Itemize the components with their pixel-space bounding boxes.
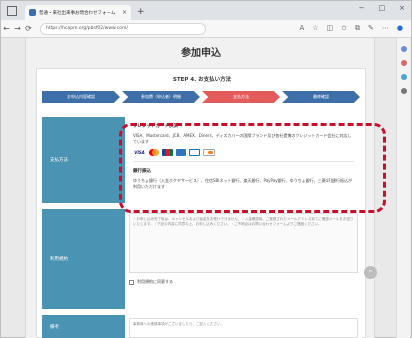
step-fee-details: 参加費（申込者）明細 bbox=[122, 91, 200, 103]
payment-highlight-annotation bbox=[119, 123, 386, 213]
scroll-to-top-button[interactable]: ⌃ bbox=[364, 266, 377, 279]
browser-sidebar bbox=[396, 38, 410, 338]
remarks-section: 事務局への連絡事項がございましたら、ご記入ください。 bbox=[125, 315, 362, 338]
search-icon[interactable] bbox=[400, 46, 407, 52]
minimize-button[interactable]: − bbox=[359, 4, 365, 12]
extensions-icon[interactable]: ✎ bbox=[368, 24, 374, 33]
new-tab-button[interactable]: + bbox=[137, 7, 145, 17]
address-bar[interactable]: https://hcapm.org/pbsf02/www.com/ bbox=[40, 22, 206, 35]
url-text: https://hcapm.org/pbsf02/www.com/ bbox=[46, 26, 128, 31]
copilot-icon[interactable]: ● bbox=[397, 24, 403, 33]
remarks-label: 備考 bbox=[42, 315, 125, 338]
collections-icon[interactable]: ⧉ bbox=[355, 24, 360, 33]
terms-label: 利用規約 bbox=[42, 209, 125, 309]
tools-icon[interactable] bbox=[400, 74, 407, 80]
favorite-star-icon[interactable]: ☆ bbox=[312, 24, 318, 33]
tab-close-icon[interactable]: × bbox=[122, 9, 127, 16]
tab-title: 普通・来社出来事お問合わせフォーム bbox=[39, 10, 116, 16]
close-button[interactable]: × bbox=[399, 4, 405, 12]
favicon-icon bbox=[29, 9, 36, 16]
step-payment: 支払方法 bbox=[202, 91, 280, 103]
favorites-icon[interactable]: ✩ bbox=[341, 24, 347, 33]
toolbar-icons: A ☆ ◫ ✩ ⧉ ✎ ⋯ ● bbox=[299, 24, 403, 33]
maximize-button[interactable]: □ bbox=[379, 4, 386, 12]
remarks-textarea[interactable]: 事務局への連絡事項がございましたら、ご記入ください。 bbox=[129, 318, 358, 338]
step-indicator: お申込内容確認 参加費（申込者）明細 支払方法 最終確認 bbox=[42, 91, 362, 103]
read-aloud-icon[interactable]: A bbox=[299, 24, 304, 33]
title-bar: 普通・来社出来事お問合わせフォーム × + − □ × bbox=[1, 1, 411, 20]
browser-tab[interactable]: 普通・来社出来事お問合わせフォーム × bbox=[25, 5, 131, 20]
terms-text: ・お申し込み完了後は、キャンセルおよび返金をお受けできません。・入金確認後、ご登… bbox=[129, 213, 358, 273]
browser-window: 普通・来社出来事お問合わせフォーム × + − □ × ← → ⟳ https:… bbox=[0, 0, 412, 338]
terms-section: ・お申し込み完了後は、キャンセルおよび返金をお受けできません。・入金確認後、ご登… bbox=[125, 209, 362, 309]
terms-agree-label: 利用規約に同意する bbox=[137, 279, 173, 284]
split-screen-icon[interactable]: ◫ bbox=[327, 24, 334, 33]
step-title: STEP 4. お支払い方法 bbox=[172, 77, 232, 83]
back-icon[interactable]: ← bbox=[1, 24, 12, 33]
checkbox-icon[interactable] bbox=[129, 279, 134, 285]
forward-icon[interactable]: → bbox=[12, 24, 23, 33]
more-icon[interactable]: ⋯ bbox=[382, 24, 389, 33]
window-controls: − □ × bbox=[359, 4, 405, 12]
shopping-icon[interactable] bbox=[400, 60, 407, 66]
terms-agree-checkbox[interactable]: 利用規約に同意する bbox=[129, 279, 173, 285]
page-title: 参加申込 bbox=[181, 48, 221, 59]
payment-method-label: 支払方法 bbox=[42, 117, 125, 203]
step-confirm: お申込内容確認 bbox=[42, 91, 120, 103]
step-final: 最終確認 bbox=[282, 91, 360, 103]
window-menu-icon[interactable] bbox=[7, 5, 17, 16]
refresh-icon[interactable]: ⟳ bbox=[23, 24, 34, 33]
add-sidebar-icon[interactable] bbox=[400, 88, 407, 94]
navigation-bar: ← → ⟳ https://hcapm.org/pbsf02/www.com/ … bbox=[1, 20, 411, 38]
